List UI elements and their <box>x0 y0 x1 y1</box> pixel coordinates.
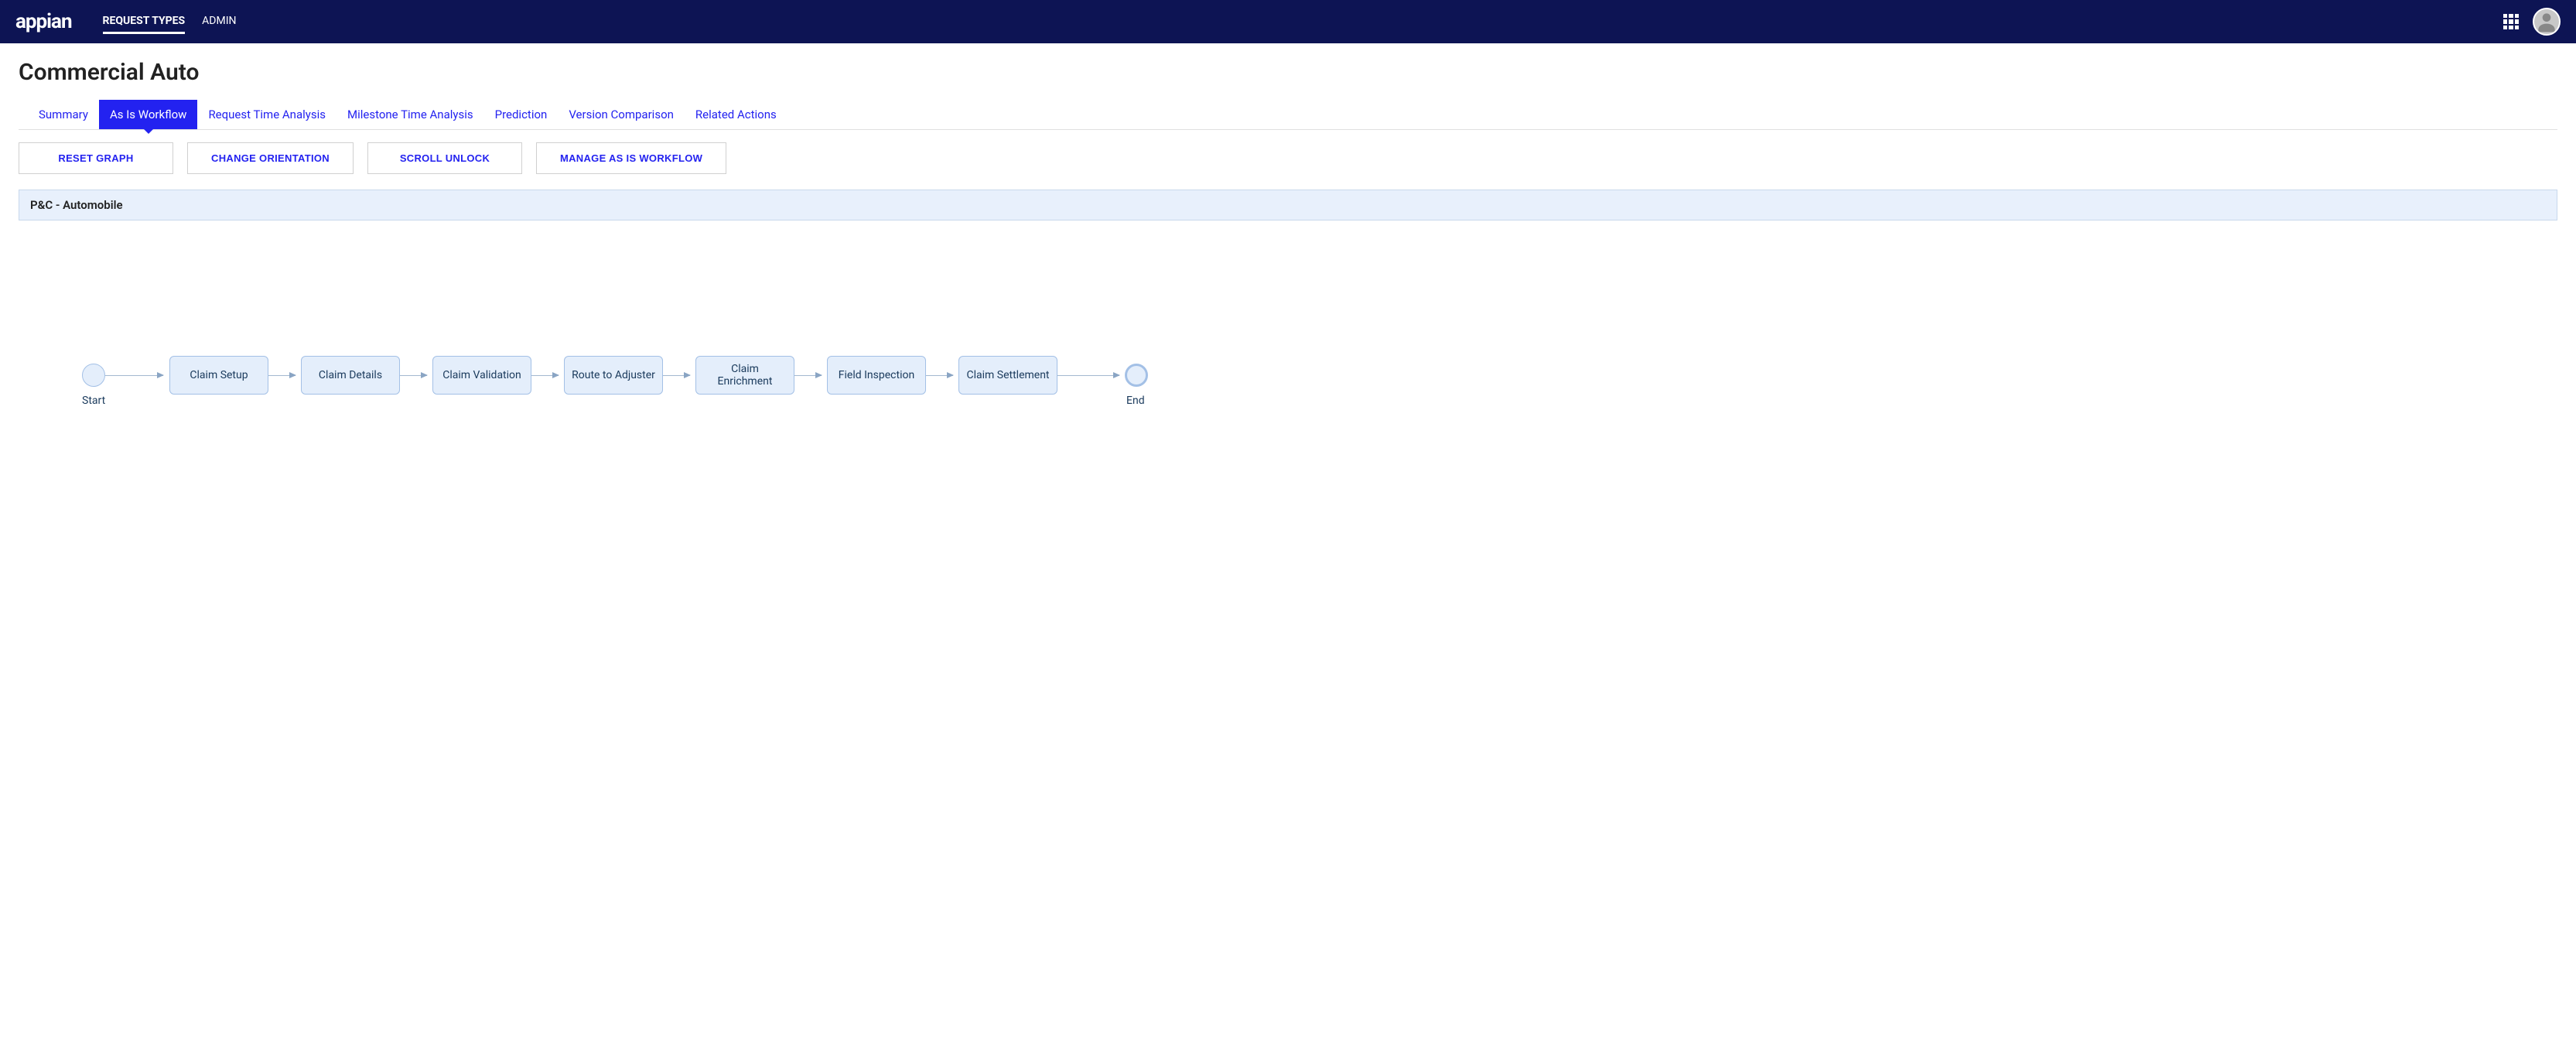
workflow-edge <box>400 375 427 376</box>
workflow-node-claim-setup[interactable]: Claim Setup <box>169 356 268 395</box>
page-content: Commercial Auto Summary As Is Workflow R… <box>0 43 2576 522</box>
workflow-edge <box>1057 375 1119 376</box>
workflow-edge <box>105 375 163 376</box>
nav-links: REQUEST TYPES ADMIN <box>103 10 237 34</box>
nav-link-request-types[interactable]: REQUEST TYPES <box>103 10 186 34</box>
avatar[interactable] <box>2533 8 2561 36</box>
workflow-edge <box>794 375 822 376</box>
tab-milestone-time-analysis[interactable]: Milestone Time Analysis <box>337 100 484 129</box>
logo[interactable]: appian <box>15 10 72 33</box>
page-title: Commercial Auto <box>19 59 2557 86</box>
workflow-node-field-inspection[interactable]: Field Inspection <box>827 356 926 395</box>
tab-related-actions[interactable]: Related Actions <box>685 100 787 129</box>
workflow-node-claim-settlement[interactable]: Claim Settlement <box>958 356 1057 395</box>
top-nav: appian REQUEST TYPES ADMIN <box>0 0 2576 43</box>
tab-request-time-analysis[interactable]: Request Time Analysis <box>197 100 337 129</box>
tab-version-comparison[interactable]: Version Comparison <box>558 100 685 129</box>
workflow-canvas[interactable]: Start Claim Setup Claim Details Claim Va… <box>19 228 2557 507</box>
tabs: Summary As Is Workflow Request Time Anal… <box>19 100 2557 130</box>
apps-grid-icon[interactable] <box>2503 14 2519 29</box>
tab-summary[interactable]: Summary <box>28 100 99 129</box>
change-orientation-button[interactable]: CHANGE ORIENTATION <box>187 142 354 174</box>
nav-left: appian REQUEST TYPES ADMIN <box>15 10 237 34</box>
workflow-edge <box>926 375 953 376</box>
action-buttons: RESET GRAPH CHANGE ORIENTATION SCROLL UN… <box>19 142 2557 174</box>
workflow-end-label: End <box>1126 395 1145 407</box>
workflow-start-node[interactable] <box>82 364 105 387</box>
workflow-edge <box>268 375 296 376</box>
workflow-node-route-to-adjuster[interactable]: Route to Adjuster <box>564 356 663 395</box>
workflow-node-claim-enrichment[interactable]: Claim Enrichment <box>695 356 794 395</box>
reset-graph-button[interactable]: RESET GRAPH <box>19 142 173 174</box>
tab-as-is-workflow[interactable]: As Is Workflow <box>99 100 197 129</box>
manage-workflow-button[interactable]: MANAGE AS IS WORKFLOW <box>536 142 726 174</box>
workflow-start-label: Start <box>82 395 105 407</box>
workflow-end-node[interactable] <box>1125 364 1148 387</box>
scroll-unlock-button[interactable]: SCROLL UNLOCK <box>367 142 522 174</box>
nav-link-admin[interactable]: ADMIN <box>202 10 236 34</box>
workflow-node-claim-details[interactable]: Claim Details <box>301 356 400 395</box>
nav-right <box>2503 8 2561 36</box>
workflow-edge <box>663 375 690 376</box>
workflow-section-header: P&C - Automobile <box>19 190 2557 220</box>
workflow-node-claim-validation[interactable]: Claim Validation <box>432 356 531 395</box>
tab-prediction[interactable]: Prediction <box>484 100 559 129</box>
workflow-edge <box>531 375 559 376</box>
